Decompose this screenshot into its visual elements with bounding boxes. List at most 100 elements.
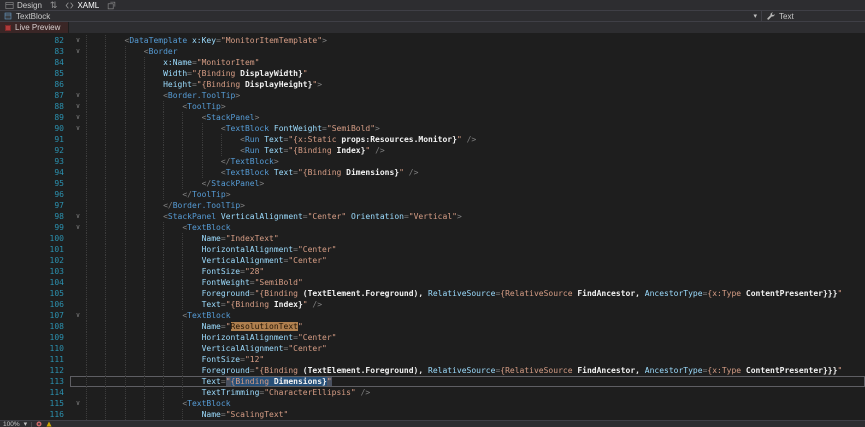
code-text[interactable]: FontSize="12" [86, 354, 865, 365]
code-text[interactable]: HorizontalAlignment="Center" [86, 332, 865, 343]
code-text[interactable]: x:Name="MonitorItem" [86, 57, 865, 68]
code-text[interactable]: <DataTemplate x:Key="MonitorItemTemplate… [86, 35, 865, 46]
code-line[interactable]: 108Name="ResolutionText" [0, 321, 865, 332]
code-line[interactable]: 103FontSize="28" [0, 266, 865, 277]
warning-icon[interactable] [46, 421, 52, 427]
code-text[interactable]: </StackPanel> [86, 178, 865, 189]
code-line[interactable]: 110VerticalAlignment="Center" [0, 343, 865, 354]
code-line[interactable]: 106Text="{Binding Index}" /> [0, 299, 865, 310]
code-text[interactable]: <Border.ToolTip> [86, 90, 865, 101]
element-selector-dropdown[interactable]: TextBlock ▾ [0, 11, 761, 21]
code-text[interactable]: <TextBlock FontWeight="SemiBold"> [86, 123, 865, 134]
code-text[interactable]: </ToolTip> [86, 189, 865, 200]
code-line[interactable]: 98∨<StackPanel VerticalAlignment="Center… [0, 211, 865, 222]
code-text[interactable]: <Run Text="{Binding Index}" /> [86, 145, 865, 156]
code-line[interactable]: 82∨<DataTemplate x:Key="MonitorItemTempl… [0, 35, 865, 46]
code-text[interactable]: <TextBlock Text="{Binding Dimensions}" /… [86, 167, 865, 178]
tab-live-preview[interactable]: Live Preview [0, 22, 69, 33]
code-line[interactable]: 100Name="IndexText" [0, 233, 865, 244]
code-line[interactable]: 115∨<TextBlock [0, 398, 865, 409]
code-line[interactable]: 96</ToolTip> [0, 189, 865, 200]
fold-toggle-icon[interactable]: ∨ [70, 211, 86, 222]
code-text[interactable]: <TextBlock [86, 310, 865, 321]
fold-toggle-icon[interactable]: ∨ [70, 398, 86, 409]
code-text[interactable]: TextTrimming="CharacterEllipsis" /> [86, 387, 865, 398]
element-dropdown-caret-icon[interactable]: ▾ [753, 13, 757, 20]
code-line[interactable]: 101HorizontalAlignment="Center" [0, 244, 865, 255]
error-icon[interactable] [36, 421, 42, 427]
token: x:Name [163, 58, 192, 67]
code-line[interactable]: 86Height="{Binding DisplayHeight}"> [0, 79, 865, 90]
fold-toggle-icon[interactable]: ∨ [70, 101, 86, 112]
code-text[interactable]: Width="{Binding DisplayWidth}" [86, 68, 865, 79]
code-text[interactable]: Foreground="{Binding (TextElement.Foregr… [86, 365, 865, 376]
code-text[interactable]: Foreground="{Binding (TextElement.Foregr… [86, 288, 865, 299]
code-text[interactable]: VerticalAlignment="Center" [86, 255, 865, 266]
code-text[interactable]: <Run Text="{x:Static props:Resources.Mon… [86, 134, 865, 145]
fold-toggle-icon[interactable]: ∨ [70, 112, 86, 123]
code-text[interactable]: Text="{Binding Index}" /> [86, 299, 865, 310]
code-text[interactable]: <TextBlock [86, 222, 865, 233]
code-text[interactable]: <StackPanel VerticalAlignment="Center" O… [86, 211, 865, 222]
code-line[interactable]: 113Text="{Binding Dimensions}" [0, 376, 865, 387]
code-text[interactable]: HorizontalAlignment="Center" [86, 244, 865, 255]
code-text[interactable]: Text="{Binding Dimensions}" [86, 376, 865, 387]
code-text[interactable]: Name="ResolutionText" [86, 321, 865, 332]
code-text[interactable]: <ToolTip> [86, 101, 865, 112]
code-line[interactable]: 90∨<TextBlock FontWeight="SemiBold"> [0, 123, 865, 134]
code-text[interactable]: Height="{Binding DisplayHeight}"> [86, 79, 865, 90]
fold-toggle-icon[interactable]: ∨ [70, 46, 86, 57]
code-line[interactable]: 94<TextBlock Text="{Binding Dimensions}"… [0, 167, 865, 178]
code-line[interactable]: 99∨<TextBlock [0, 222, 865, 233]
fold-toggle-icon[interactable]: ∨ [70, 123, 86, 134]
code-line[interactable]: 93</TextBlock> [0, 156, 865, 167]
code-line[interactable]: 87∨<Border.ToolTip> [0, 90, 865, 101]
code-line[interactable]: 112Foreground="{Binding (TextElement.For… [0, 365, 865, 376]
code-line[interactable]: 104FontWeight="SemiBold" [0, 277, 865, 288]
code-line[interactable]: 105Foreground="{Binding (TextElement.For… [0, 288, 865, 299]
code-line[interactable]: 92<Run Text="{Binding Index}" /> [0, 145, 865, 156]
code-line[interactable]: 91<Run Text="{x:Static props:Resources.M… [0, 134, 865, 145]
popout-pane-icon[interactable] [107, 1, 116, 10]
swap-panes-icon[interactable]: ⇅ [50, 1, 58, 10]
code-line[interactable]: 88∨<ToolTip> [0, 101, 865, 112]
code-line[interactable]: 114TextTrimming="CharacterEllipsis" /> [0, 387, 865, 398]
code-line[interactable]: 111FontSize="12" [0, 354, 865, 365]
zoom-level[interactable]: 100% [3, 421, 20, 427]
code-line[interactable]: 107∨<TextBlock [0, 310, 865, 321]
preview-tab-bar: Live Preview [0, 22, 865, 33]
code-text[interactable]: <StackPanel> [86, 112, 865, 123]
code-text[interactable]: Name="IndexText" [86, 233, 865, 244]
indent-guide [125, 343, 144, 354]
indent-guide [86, 200, 105, 211]
code-line[interactable]: 83∨<Border [0, 46, 865, 57]
code-line[interactable]: 116Name="ScalingText" [0, 409, 865, 420]
code-text[interactable]: Name="ScalingText" [86, 409, 865, 420]
design-view-button[interactable]: Design [5, 1, 42, 10]
xaml-code-editor[interactable]: 82∨<DataTemplate x:Key="MonitorItemTempl… [0, 33, 865, 420]
code-text[interactable]: <Border [86, 46, 865, 57]
code-line[interactable]: 109HorizontalAlignment="Center" [0, 332, 865, 343]
code-line[interactable]: 84x:Name="MonitorItem" [0, 57, 865, 68]
zoom-caret-icon[interactable]: ▾ [24, 421, 28, 427]
code-line[interactable]: 85Width="{Binding DisplayWidth}" [0, 68, 865, 79]
code-text[interactable]: FontWeight="SemiBold" [86, 277, 865, 288]
code-line[interactable]: 102VerticalAlignment="Center" [0, 255, 865, 266]
code-text[interactable]: <TextBlock [86, 398, 865, 409]
code-text[interactable]: VerticalAlignment="Center" [86, 343, 865, 354]
code-text[interactable]: </Border.ToolTip> [86, 200, 865, 211]
property-selector-dropdown[interactable]: Text [761, 11, 865, 21]
code-text[interactable]: FontSize="28" [86, 266, 865, 277]
indent-guide [125, 90, 144, 101]
line-body: ∨<TextBlock [70, 398, 865, 409]
code-line[interactable]: 97</Border.ToolTip> [0, 200, 865, 211]
fold-toggle-icon[interactable]: ∨ [70, 310, 86, 321]
fold-toggle-icon[interactable]: ∨ [70, 222, 86, 233]
xaml-view-button[interactable]: XAML [65, 1, 99, 10]
code-line[interactable]: 95</StackPanel> [0, 178, 865, 189]
code-text[interactable]: </TextBlock> [86, 156, 865, 167]
fold-toggle-icon[interactable]: ∨ [70, 90, 86, 101]
code-line[interactable]: 89∨<StackPanel> [0, 112, 865, 123]
token: "Center" [308, 212, 347, 221]
fold-toggle-icon[interactable]: ∨ [70, 35, 86, 46]
